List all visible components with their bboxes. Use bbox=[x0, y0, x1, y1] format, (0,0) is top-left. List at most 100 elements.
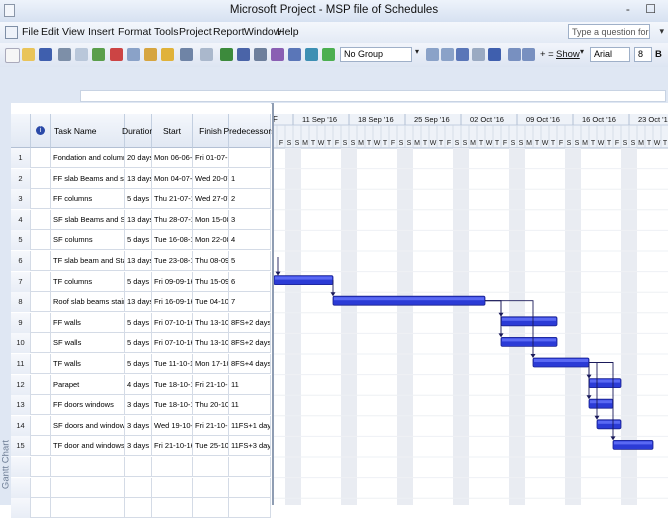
preview-icon[interactable] bbox=[75, 48, 88, 61]
cell-name: SF slab Beams and Stairs bbox=[51, 209, 125, 230]
copy-picture-icon[interactable] bbox=[472, 48, 485, 61]
show-dropdown-icon[interactable]: ▾ bbox=[580, 47, 584, 56]
table-row[interactable]: 3 FF columns5 daysThu 21-07-16Wed 27-07-1… bbox=[11, 189, 271, 210]
col-header-predecessors[interactable]: Predecessors bbox=[224, 114, 275, 148]
font-size-select[interactable]: 8 bbox=[634, 47, 652, 62]
cell-name bbox=[51, 498, 125, 518]
new-icon[interactable] bbox=[5, 48, 20, 63]
group-dropdown-icon[interactable]: ▾ bbox=[415, 47, 419, 56]
table-row[interactable]: 6 TF slab beam and Stairs13 daysTue 23-08… bbox=[11, 251, 271, 271]
notes-icon[interactable] bbox=[288, 48, 301, 61]
font-select[interactable]: Arial bbox=[590, 47, 630, 62]
cell-pred: 11FS+3 days bbox=[229, 436, 271, 457]
col-header-task-name[interactable]: Task Name bbox=[51, 114, 125, 148]
entry-field[interactable] bbox=[80, 90, 666, 102]
cell-name: Parapet bbox=[51, 374, 125, 395]
cell-id[interactable] bbox=[11, 498, 31, 518]
table-row[interactable]: 11 TF walls5 daysTue 11-10-16Mon 17-10-16… bbox=[11, 354, 271, 374]
redo-icon[interactable] bbox=[200, 48, 213, 61]
cell-id[interactable]: 12 bbox=[11, 374, 31, 395]
cell-id[interactable]: 8 bbox=[11, 292, 31, 313]
cell-id[interactable] bbox=[11, 477, 31, 498]
cell-ind bbox=[31, 374, 51, 395]
doc-icon[interactable] bbox=[5, 26, 18, 39]
split-task-icon[interactable] bbox=[322, 48, 335, 61]
col-header-duration[interactable]: Duration bbox=[122, 114, 154, 148]
menu-edit[interactable]: Edit bbox=[41, 26, 59, 38]
table-row[interactable]: 10 SF walls5 daysFri 07-10-16Thu 13-10-16… bbox=[11, 333, 271, 354]
table-row[interactable]: 7 TF columns5 daysFri 09-09-16Thu 15-09-1… bbox=[11, 271, 271, 292]
table-row[interactable] bbox=[11, 477, 271, 498]
cut-icon[interactable] bbox=[110, 48, 123, 61]
show-button[interactable]: Show bbox=[556, 49, 580, 60]
menu-insert[interactable]: Insert bbox=[88, 26, 114, 38]
help-search-input[interactable]: Type a question for help bbox=[568, 24, 650, 39]
col-header-start[interactable]: Start bbox=[152, 114, 193, 148]
cell-id[interactable]: 6 bbox=[11, 251, 31, 271]
unlink-tasks-icon[interactable] bbox=[254, 48, 267, 61]
goto-task-icon[interactable] bbox=[456, 48, 469, 61]
table-row[interactable]: 4 SF slab Beams and Stairs13 daysThu 28-0… bbox=[11, 209, 271, 230]
save-icon[interactable] bbox=[39, 48, 52, 61]
indent-icon[interactable] bbox=[508, 48, 521, 61]
menu-view[interactable]: View bbox=[62, 26, 85, 38]
gantt-canvas[interactable]: FF S S M T W T F S S M T W T F S S M T W T F S S M T W T F S S M T W T F S S M… bbox=[274, 103, 668, 505]
col-header-indicators[interactable]: i bbox=[31, 114, 51, 148]
paste-icon[interactable] bbox=[144, 48, 157, 61]
cell-id[interactable] bbox=[11, 457, 31, 477]
bold-button[interactable]: B bbox=[655, 49, 662, 60]
spelling-icon[interactable] bbox=[92, 48, 105, 61]
gantt-chart[interactable]: FFSSMTWTFSSMTWTFSSMTWTFSSMTWTFSSMTWTFSSM… bbox=[272, 103, 668, 505]
help-icon[interactable] bbox=[488, 48, 501, 61]
cell-id[interactable]: 1 bbox=[11, 148, 31, 168]
menu-file[interactable]: File bbox=[22, 26, 39, 38]
format-painter-icon[interactable] bbox=[161, 48, 174, 61]
table-row[interactable]: 13 FF doors windows3 daysTue 18-10-16Thu … bbox=[11, 395, 271, 416]
task-info-icon[interactable] bbox=[271, 48, 284, 61]
zoom-out-icon[interactable] bbox=[441, 48, 454, 61]
table-row[interactable]: 15 TF door and windows 3 days Fri 21-10-16 T… bbox=[11, 436, 271, 457]
table-row[interactable]: 1 Fondation and columns20 daysMon 06-06-1… bbox=[11, 148, 271, 168]
cell-id[interactable]: 5 bbox=[11, 230, 31, 251]
table-row[interactable]: 12 Parapet4 daysTue 18-10-16Fri 21-10-161… bbox=[11, 374, 271, 395]
plus-minus-icons[interactable]: + = bbox=[540, 49, 554, 60]
menu-report[interactable]: Report bbox=[213, 26, 245, 38]
copy-icon[interactable] bbox=[127, 48, 140, 61]
hyperlink-icon[interactable] bbox=[220, 48, 233, 61]
open-icon[interactable] bbox=[22, 48, 35, 61]
menu-tools[interactable]: Tools bbox=[154, 26, 179, 38]
table-row[interactable]: 14 SF doors and windows3 daysWed 19-10-16… bbox=[11, 415, 271, 436]
table-row[interactable] bbox=[11, 498, 271, 518]
cell-id[interactable]: 11 bbox=[11, 354, 31, 374]
group-select[interactable]: No Group bbox=[340, 47, 412, 62]
col-header-id[interactable] bbox=[11, 114, 31, 148]
cell-id[interactable]: 13 bbox=[11, 395, 31, 416]
cell-id[interactable]: 9 bbox=[11, 312, 31, 333]
menu-help[interactable]: Help bbox=[277, 26, 299, 38]
window-controls[interactable]: - ☐ bbox=[626, 2, 662, 16]
table-row[interactable]: 8 Roof slab beams stairs 13 days Fri 16-09-… bbox=[11, 292, 271, 313]
cell-id[interactable]: 4 bbox=[11, 209, 31, 230]
zoom-in-icon[interactable] bbox=[426, 48, 439, 61]
cell-id[interactable]: 10 bbox=[11, 333, 31, 354]
menu-project[interactable]: Project bbox=[179, 26, 212, 38]
cell-id[interactable]: 2 bbox=[11, 168, 31, 189]
menu-format[interactable]: Format bbox=[118, 26, 151, 38]
table-row[interactable]: 2 FF slab Beams and stairs13 daysMon 04-0… bbox=[11, 168, 271, 189]
cell-id[interactable]: 15 bbox=[11, 436, 31, 457]
undo-icon[interactable] bbox=[180, 48, 193, 61]
assign-resources-icon[interactable] bbox=[305, 48, 318, 61]
table-row[interactable]: 5 SF columns5 daysTue 16-08-16Mon 22-08-1… bbox=[11, 230, 271, 251]
day-letter: S bbox=[567, 140, 572, 147]
table-row[interactable] bbox=[11, 457, 271, 477]
print-icon[interactable] bbox=[58, 48, 71, 61]
cell-id[interactable]: 3 bbox=[11, 189, 31, 210]
cell-id[interactable]: 7 bbox=[11, 271, 31, 292]
cell-id[interactable]: 14 bbox=[11, 415, 31, 436]
table-row[interactable]: 9 FF walls5 daysFri 07-10-16Thu 13-10-168… bbox=[11, 312, 271, 333]
weekend-shading bbox=[285, 148, 293, 505]
help-dropdown-arrow[interactable]: ▾ bbox=[659, 26, 664, 37]
menu-window[interactable]: Window bbox=[244, 26, 281, 38]
outdent-icon[interactable] bbox=[522, 48, 535, 61]
link-tasks-icon[interactable] bbox=[237, 48, 250, 61]
